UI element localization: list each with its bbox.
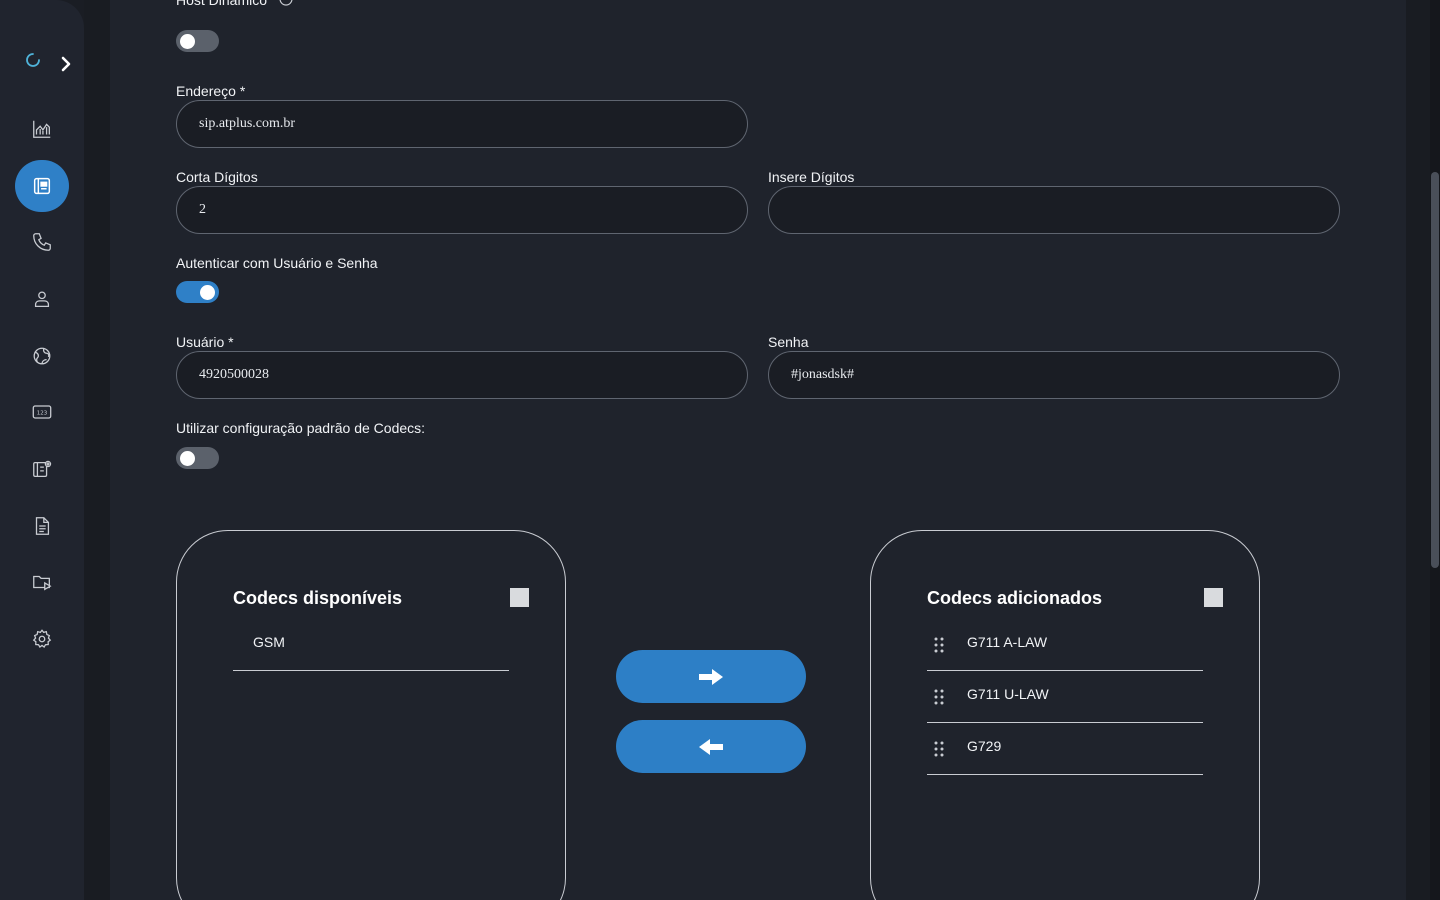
loading-logo-icon <box>26 53 40 67</box>
sidebar-item-network[interactable] <box>15 330 69 382</box>
scrollbar-thumb[interactable] <box>1431 172 1439 568</box>
sidebar-item-numbers[interactable]: 123 <box>15 386 69 438</box>
drag-handle-icon[interactable] <box>934 689 944 705</box>
available-codecs-list: GSM <box>233 619 509 671</box>
list-item[interactable]: G711 U-LAW <box>927 671 1203 723</box>
auth-label: Autenticar com Usuário e Senha <box>176 255 378 271</box>
sidebar-item-settings[interactable] <box>15 613 69 665</box>
select-all-added-checkbox[interactable] <box>1204 588 1223 607</box>
chart-icon <box>33 120 51 138</box>
toggle-knob <box>200 285 215 300</box>
arrow-left-icon <box>699 738 723 755</box>
added-codecs-panel: Codecs adicionados G711 A-LAW G711 U-LAW G… <box>870 530 1260 900</box>
sidebar-item-users[interactable] <box>15 273 69 325</box>
svg-text:123: 123 <box>37 410 48 416</box>
sidebar-item-reports[interactable] <box>15 500 69 552</box>
toggle-knob <box>180 34 195 49</box>
info-icon <box>279 0 293 6</box>
sidebar-item-media[interactable] <box>15 556 69 608</box>
default-codecs-toggle[interactable] <box>176 447 219 469</box>
remove-codec-button[interactable] <box>616 720 806 773</box>
available-codecs-panel: Codecs disponíveis GSM <box>176 530 566 900</box>
add-codec-button[interactable] <box>616 650 806 703</box>
cut-digits-label: Corta Dígitos <box>176 169 258 185</box>
document-icon <box>35 517 50 535</box>
codec-name: G711 A-LAW <box>967 634 1048 650</box>
address-input[interactable] <box>176 100 748 148</box>
keypad-123-icon: 123 <box>32 405 52 419</box>
toggle-knob <box>180 451 195 466</box>
codec-name: G729 <box>967 738 1002 754</box>
user-label: Usuário * <box>176 334 234 350</box>
drag-handle-icon[interactable] <box>934 637 944 653</box>
user-input[interactable] <box>176 351 748 399</box>
added-codecs-list: G711 A-LAW G711 U-LAW G729 <box>927 619 1203 775</box>
user-icon <box>34 291 50 307</box>
cut-digits-input[interactable] <box>176 186 748 234</box>
list-item[interactable]: G729 <box>927 723 1203 775</box>
phone-icon <box>33 233 51 251</box>
sidebar: 123 <box>0 0 84 900</box>
right-gutter <box>1406 0 1430 900</box>
select-all-available-checkbox[interactable] <box>510 588 529 607</box>
password-input[interactable] <box>768 351 1340 399</box>
host-dynamic-label: Host Dinâmico <box>176 0 268 8</box>
codec-name: G711 U-LAW <box>967 686 1049 702</box>
folder-play-icon <box>33 575 52 591</box>
host-dynamic-toggle[interactable] <box>176 30 219 52</box>
sidebar-item-contact-settings[interactable] <box>15 443 69 495</box>
sidebar-item-phonebook[interactable] <box>15 160 69 212</box>
added-codecs-title: Codecs adicionados <box>927 588 1103 608</box>
gear-icon <box>32 629 52 649</box>
list-item[interactable]: GSM <box>233 619 509 671</box>
codec-name: GSM <box>253 634 285 650</box>
globe-icon <box>33 347 51 365</box>
sidebar-gutter <box>84 0 110 900</box>
phonebook-icon <box>33 177 51 195</box>
contact-settings-icon <box>33 460 52 477</box>
chevron-right-icon[interactable] <box>56 54 76 74</box>
address-label: Endereço * <box>176 83 246 99</box>
default-codecs-label: Utilizar configuração padrão de Codecs: <box>176 420 426 436</box>
drag-handle-icon[interactable] <box>934 741 944 757</box>
insert-digits-label: Insere Dígitos <box>768 169 855 185</box>
list-item[interactable]: G711 A-LAW <box>927 619 1203 671</box>
auth-toggle[interactable] <box>176 281 219 303</box>
password-label: Senha <box>768 334 809 350</box>
sidebar-item-calls[interactable] <box>15 216 69 268</box>
insert-digits-input[interactable] <box>768 186 1340 234</box>
sidebar-item-dashboard[interactable] <box>15 103 69 155</box>
arrow-right-icon <box>699 668 723 685</box>
available-codecs-title: Codecs disponíveis <box>233 588 403 608</box>
